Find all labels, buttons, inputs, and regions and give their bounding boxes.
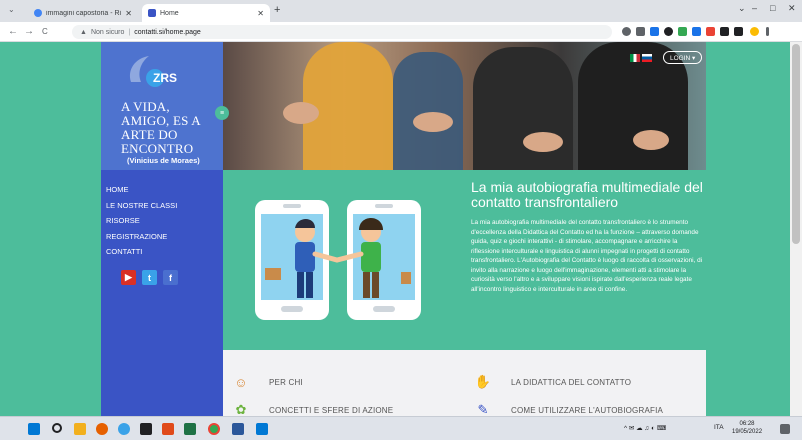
language-flags [630, 54, 652, 62]
scrollbar-thumb[interactable] [792, 44, 800, 244]
sidebar-quote: A VIDA, AMIGO, ES A ARTE DO ENCONTRO [121, 99, 201, 156]
edge-icon[interactable] [118, 423, 130, 435]
social-links: ▶ t f [121, 270, 178, 285]
new-tab-button[interactable]: + [274, 4, 280, 16]
chevron-down-icon[interactable]: ⌄ [738, 3, 746, 14]
sidebar-header: ZRS A VIDA, AMIGO, ES A ARTE DO ENCONTRO… [101, 42, 223, 170]
file-explorer-icon[interactable] [74, 423, 86, 435]
handshake-illustration [255, 200, 421, 320]
sidebar: ZRS A VIDA, AMIGO, ES A ARTE DO ENCONTRO… [101, 42, 229, 416]
edit-document-icon: ✎ [477, 402, 489, 416]
tab-strip: ⌄ immagini capostoria - Ricerca G ✕ Home… [0, 0, 802, 22]
extension-icon[interactable] [678, 27, 687, 36]
facebook-icon[interactable]: f [163, 270, 178, 285]
nav-item-risorse[interactable]: RISORSE [106, 213, 177, 229]
address-separator: | [128, 28, 131, 36]
excel-icon[interactable] [184, 423, 196, 435]
app-icon[interactable] [140, 423, 152, 435]
close-tab-icon[interactable]: ✕ [257, 9, 264, 18]
system-tray-icons[interactable]: ^ ✉ ☁ ♫ ◐ ⌨ [624, 424, 666, 432]
web-page: LOGIN ▾ ZRS A VIDA, AMIGO, ES A ARTE DO … [0, 42, 802, 416]
menu-dots-icon[interactable] [766, 27, 769, 36]
word-icon[interactable] [232, 423, 244, 435]
extension-icon[interactable] [706, 27, 715, 36]
puzzle-icon[interactable] [720, 27, 729, 36]
twitter-icon[interactable]: t [142, 270, 157, 285]
extension-icon[interactable] [664, 27, 673, 36]
clock-time: 06:28 [739, 421, 755, 427]
app-icon[interactable] [256, 423, 268, 435]
firefox-icon[interactable] [96, 423, 108, 435]
close-tab-icon[interactable]: ✕ [125, 9, 132, 18]
google-icon [34, 9, 42, 17]
logo-text: ZRS [153, 71, 177, 85]
tab-search-icon[interactable]: ⌄ [8, 5, 15, 14]
feature-come-utilizzare[interactable]: ✎ COME UTILIZZARE L'AUTOBIOGRAFIA [471, 400, 663, 416]
login-button[interactable]: LOGIN ▾ [663, 51, 703, 64]
clock-date: 19/05/2022 [732, 429, 763, 435]
url-text: contatti.si/home.page [134, 28, 201, 36]
reload-button[interactable]: C [42, 27, 48, 36]
close-window-button[interactable]: ✕ [788, 3, 796, 14]
nav-item-classi[interactable]: LE NOSTRE CLASSI [106, 198, 177, 214]
key-icon[interactable] [622, 27, 631, 36]
taskbar: ^ ✉ ☁ ♫ ◐ ⌨ ITA 06:28 19/05/2022 [0, 416, 802, 440]
feature-label: CONCETTI E SFERE DI AZIONE [269, 405, 394, 415]
profile-avatar[interactable] [750, 27, 759, 36]
address-bar[interactable]: ▲ Non sicuro | contatti.si/home.page [72, 25, 612, 39]
tab-search-results[interactable]: immagini capostoria - Ricerca G ✕ [28, 4, 138, 22]
language-indicator[interactable]: ITA [714, 424, 724, 431]
people-icon: ☺ [234, 374, 248, 390]
minimize-button[interactable]: – [752, 3, 757, 13]
security-label: Non sicuro [90, 28, 125, 36]
share-icon[interactable] [636, 27, 645, 36]
tab-home[interactable]: Home ✕ [142, 4, 270, 22]
sidepanel-icon[interactable] [734, 27, 743, 36]
search-icon[interactable] [52, 423, 62, 433]
page-title: La mia autobiografia multimediale del co… [471, 179, 703, 210]
italian-flag[interactable] [630, 54, 640, 62]
maximize-button[interactable]: □ [770, 3, 775, 13]
quote-author: (Vinicius de Moraes) [127, 156, 200, 165]
notifications-icon[interactable] [780, 424, 790, 434]
slovenian-flag[interactable] [642, 54, 652, 62]
site-favicon-icon [148, 9, 156, 17]
features-section: ☺ PER CHI ✋ LA DIDATTICA DEL CONTATTO ✿ … [223, 350, 706, 416]
bookmark-star-icon[interactable] [650, 27, 659, 36]
feature-label: PER CHI [269, 377, 303, 387]
clock[interactable]: 06:28 19/05/2022 [732, 420, 762, 436]
youtube-icon[interactable]: ▶ [121, 270, 136, 285]
chrome-icon[interactable] [208, 423, 220, 435]
zrs-logo: ZRS [129, 56, 177, 87]
forward-button[interactable]: → [24, 26, 34, 37]
tab-title: immagini capostoria - Ricerca G [46, 9, 121, 17]
extension-icon[interactable] [692, 27, 701, 36]
intro-paragraph: La mia autobiografia multimediale del co… [471, 219, 703, 293]
handshake-icon: ✋ [474, 374, 492, 389]
nav-item-home[interactable]: HOME [106, 182, 177, 198]
app-icon[interactable] [162, 423, 174, 435]
plant-icon: ✿ [235, 402, 247, 416]
feature-per-chi[interactable]: ☺ PER CHI [229, 372, 303, 392]
menu-toggle-icon[interactable]: ≡ [215, 106, 229, 120]
windows-start-icon[interactable] [28, 423, 40, 435]
nav-item-contatti[interactable]: CONTATTI [106, 244, 177, 260]
feature-label: LA DIDATTICA DEL CONTATTO [511, 377, 632, 387]
tab-title: Home [160, 9, 179, 17]
main-nav: HOME LE NOSTRE CLASSI RISORSE REGISTRAZI… [106, 182, 177, 260]
browser-toolbar: ← → C ▲ Non sicuro | contatti.si/home.pa… [0, 22, 802, 42]
warning-icon[interactable]: ▲ [80, 29, 87, 36]
feature-label: COME UTILIZZARE L'AUTOBIOGRAFIA [511, 405, 664, 415]
nav-item-registrazione[interactable]: REGISTRAZIONE [106, 229, 177, 245]
back-button[interactable]: ← [8, 26, 18, 37]
intro-section: La mia autobiografia multimediale del co… [223, 170, 706, 350]
feature-concetti[interactable]: ✿ CONCETTI E SFERE DI AZIONE [229, 400, 393, 416]
feature-didattica[interactable]: ✋ LA DIDATTICA DEL CONTATTO [471, 372, 631, 392]
